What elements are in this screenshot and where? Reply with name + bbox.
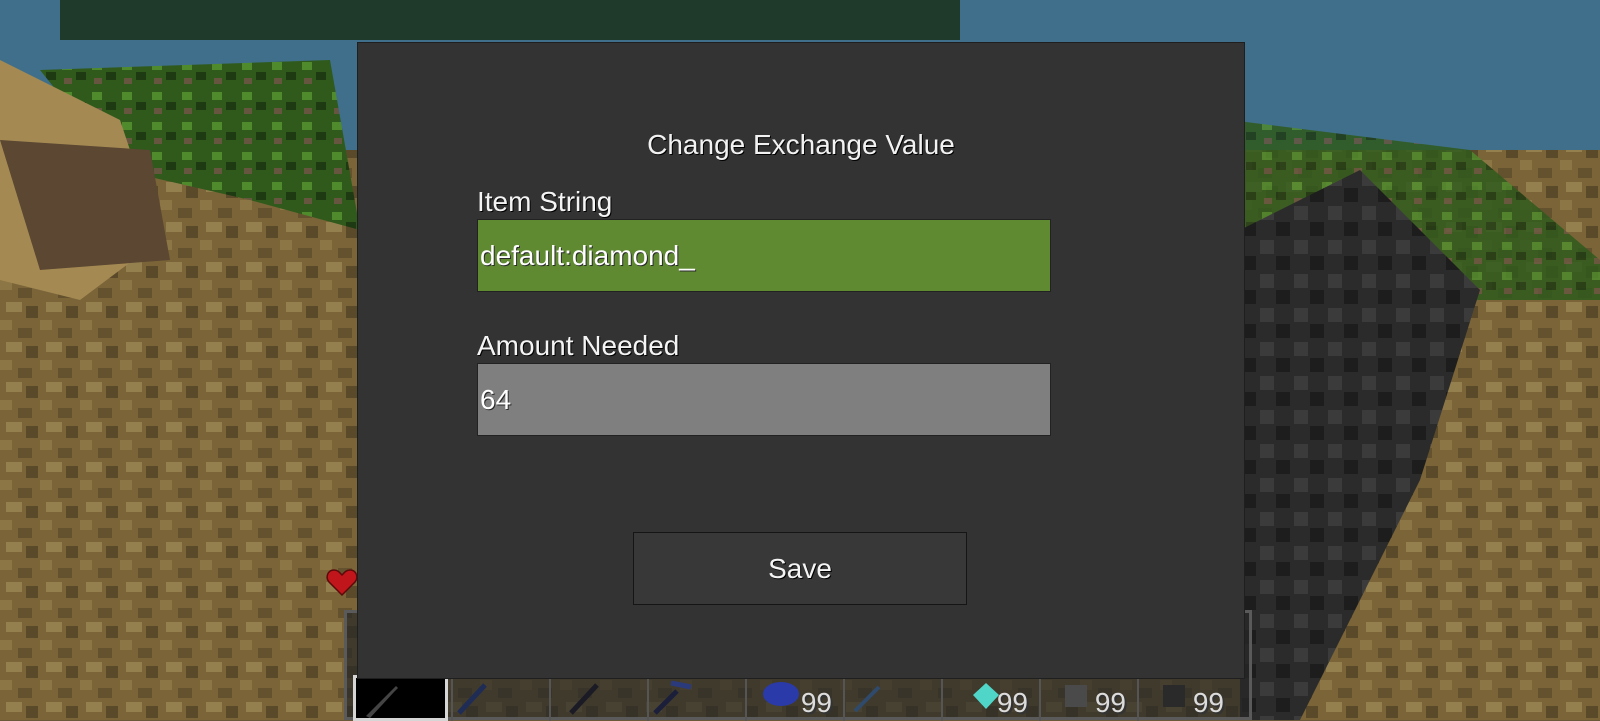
hotbar-slot-9[interactable]: 99 (1137, 675, 1232, 721)
save-button[interactable]: Save (633, 532, 967, 605)
item-count: 99 (996, 687, 1028, 718)
item-count: 99 (1192, 687, 1224, 718)
hotbar-slot-5[interactable]: 99 (745, 675, 840, 721)
hotbar-slot-1[interactable] (353, 675, 448, 721)
sword-icon (366, 686, 398, 718)
hotbar-slot-8[interactable]: 99 (1039, 675, 1134, 721)
block-icon (1163, 685, 1185, 707)
item-string-value: default:diamond_ (480, 239, 695, 271)
dialog-title: Change Exchange Value (647, 129, 955, 160)
blue-block-icon (763, 682, 799, 706)
pickaxe-icon (653, 680, 692, 715)
hotbar-slot-7[interactable]: 99 (941, 675, 1036, 721)
amount-needed-label: Amount Needed (477, 330, 680, 361)
item-count: 99 (800, 687, 832, 718)
amount-needed-value: 64 (480, 383, 512, 415)
stick-icon (569, 683, 599, 715)
tool-icon (853, 685, 881, 713)
amount-needed-input[interactable]: 64 (477, 363, 1051, 436)
item-string-input[interactable]: default:diamond_ (477, 219, 1051, 292)
change-exchange-value-dialog: Change Exchange Value Item String defaul… (357, 42, 1245, 679)
heart-icon (326, 569, 358, 597)
hotbar-slot-3[interactable] (549, 675, 644, 721)
item-count: 99 (1094, 687, 1126, 718)
stick-icon (457, 683, 487, 715)
item-string-label: Item String (477, 186, 613, 217)
hotbar-slot-4[interactable] (647, 675, 742, 721)
block-icon (1065, 685, 1087, 707)
hotbar-slot-2[interactable] (451, 675, 546, 721)
hotbar-slot-6[interactable] (843, 675, 938, 721)
